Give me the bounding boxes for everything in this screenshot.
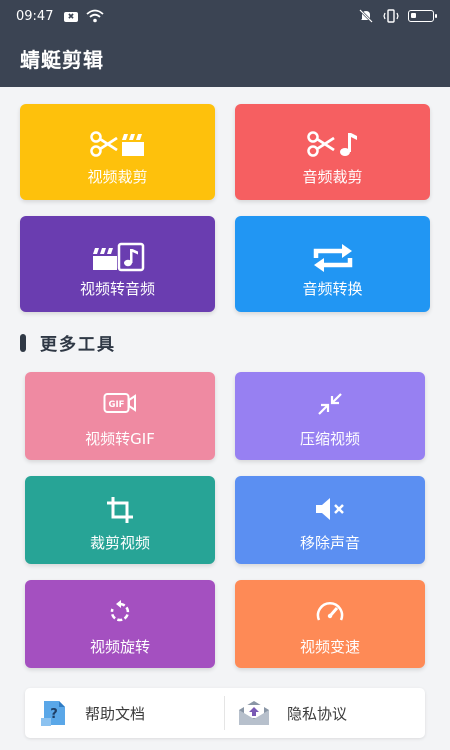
svg-text:?: ? bbox=[50, 707, 58, 722]
privacy-policy-link[interactable]: 隐私协议 bbox=[237, 688, 417, 738]
clapper-note-icon bbox=[92, 242, 144, 272]
tool-compress-video[interactable]: 压缩视频 bbox=[235, 372, 425, 460]
status-bar: 09:47 ✖ bbox=[0, 0, 450, 34]
tool-label: 裁剪视频 bbox=[89, 534, 150, 552]
bottom-links-card: ? 帮助文档 隐私协议 bbox=[25, 688, 425, 738]
notification-badge-icon: ✖ bbox=[64, 12, 78, 22]
privacy-envelope-icon bbox=[239, 701, 269, 725]
battery-icon bbox=[408, 10, 437, 22]
tool-label: 音频裁剪 bbox=[302, 168, 363, 186]
compress-icon bbox=[318, 393, 342, 415]
status-time: 09:47 bbox=[16, 9, 54, 24]
repeat-icon bbox=[313, 244, 352, 272]
tool-audio-convert[interactable]: 音频转换 bbox=[235, 216, 430, 312]
rotate-icon bbox=[110, 600, 130, 622]
tool-label: 音频转换 bbox=[302, 280, 363, 298]
tool-rotate-video[interactable]: 视频旋转 bbox=[25, 580, 215, 668]
tool-label: 视频旋转 bbox=[89, 638, 150, 656]
tool-label: 视频转GIF bbox=[85, 430, 155, 448]
tool-video-to-audio[interactable]: 视频转音频 bbox=[20, 216, 215, 312]
app-title: 蜻蜓剪辑 bbox=[20, 48, 104, 72]
mute-icon bbox=[316, 498, 344, 520]
tool-crop-video[interactable]: 裁剪视频 bbox=[25, 476, 215, 564]
section-marker bbox=[20, 333, 26, 352]
status-icons bbox=[358, 9, 437, 23]
tool-label: 压缩视频 bbox=[299, 430, 360, 448]
wifi-icon bbox=[86, 9, 104, 23]
divider bbox=[224, 696, 225, 730]
tool-label: 视频转音频 bbox=[79, 280, 155, 298]
vibrate-icon bbox=[383, 9, 399, 23]
scissors-clapper-icon bbox=[89, 131, 144, 157]
tool-remove-audio[interactable]: 移除声音 bbox=[235, 476, 425, 564]
section-title: 更多工具 bbox=[40, 335, 116, 355]
help-doc-icon: ? bbox=[41, 701, 65, 726]
crop-icon bbox=[107, 497, 133, 523]
svg-text:GIF: GIF bbox=[109, 400, 125, 410]
tool-label: 移除声音 bbox=[299, 534, 360, 552]
tool-audio-trim[interactable]: 音频裁剪 bbox=[235, 104, 430, 200]
tool-video-to-gif[interactable]: GIF 视频转GIF bbox=[25, 372, 215, 460]
tool-video-speed[interactable]: 视频变速 bbox=[235, 580, 425, 668]
mute-bell-icon bbox=[359, 9, 373, 23]
app-header: 09:47 ✖ 蜻蜓剪辑 bbox=[0, 0, 450, 87]
tool-label: 视频裁剪 bbox=[87, 168, 148, 186]
tool-label: 视频变速 bbox=[299, 638, 360, 656]
help-docs-label: 帮助文档 bbox=[85, 704, 146, 723]
help-docs-link[interactable]: ? 帮助文档 bbox=[39, 688, 219, 738]
tool-video-trim[interactable]: 视频裁剪 bbox=[20, 104, 215, 200]
gif-camera-icon: GIF bbox=[103, 393, 136, 413]
scissors-note-icon bbox=[306, 131, 357, 157]
section-more-tools: 更多工具 bbox=[20, 330, 116, 355]
privacy-policy-label: 隐私协议 bbox=[287, 704, 348, 723]
speedometer-icon bbox=[316, 602, 344, 621]
